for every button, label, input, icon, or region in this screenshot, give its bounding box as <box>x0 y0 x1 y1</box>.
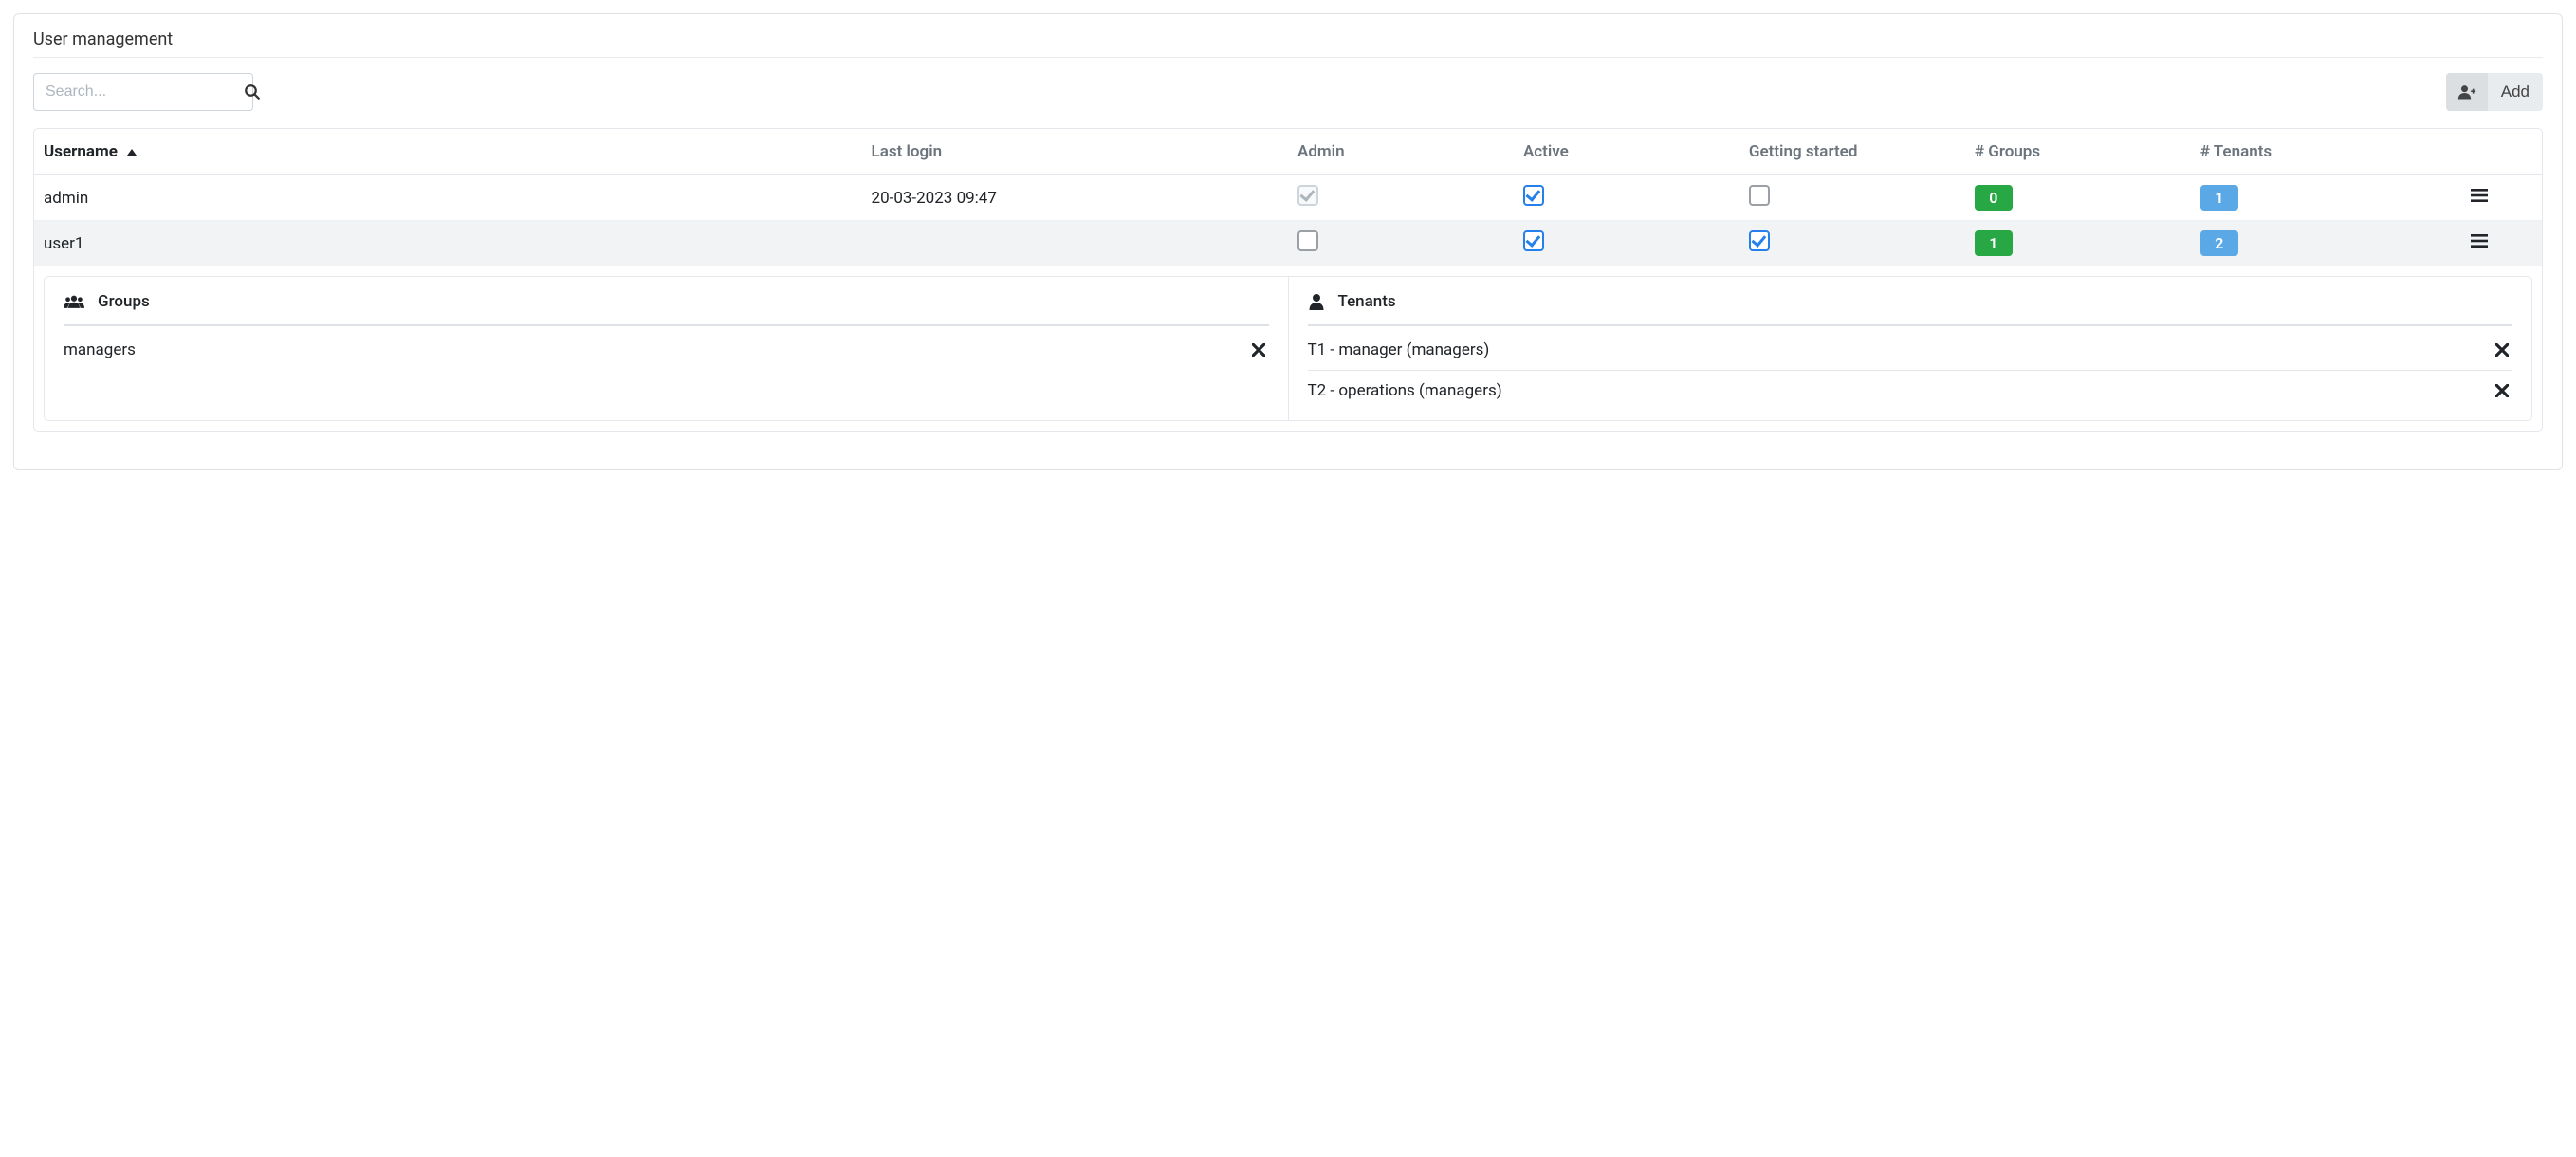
cell-actions <box>2417 221 2542 266</box>
getting-started-checkbox[interactable] <box>1749 230 1770 251</box>
cell-admin <box>1288 221 1514 266</box>
admin-checkbox <box>1297 185 1318 206</box>
search-box <box>33 73 253 111</box>
detail-row: Groups managers <box>34 266 2542 432</box>
add-user-button[interactable]: Add <box>2446 73 2543 111</box>
cell-username: admin <box>34 175 862 221</box>
tenants-panel: Tenants T1 - manager (managers) <box>1289 277 2532 420</box>
groups-panel-header: Groups <box>64 292 1269 326</box>
page-title: User management <box>33 29 2543 58</box>
tenant-name: T1 - manager (managers) <box>1308 340 1490 359</box>
tenants-panel-header: Tenants <box>1308 292 2513 326</box>
close-icon <box>1252 343 1265 357</box>
add-user-icon <box>2446 73 2488 111</box>
remove-tenant-button[interactable] <box>2492 380 2512 401</box>
tenants-badge: 2 <box>2200 230 2238 256</box>
active-checkbox[interactable] <box>1523 230 1544 251</box>
remove-group-button[interactable] <box>1248 340 1269 360</box>
col-tenants[interactable]: # Tenants <box>2191 129 2417 175</box>
groups-badge: 0 <box>1975 185 2013 211</box>
cell-groups: 1 <box>1965 221 2191 266</box>
col-active[interactable]: Active <box>1514 129 1739 175</box>
col-groups[interactable]: # Groups <box>1965 129 2191 175</box>
active-checkbox[interactable] <box>1523 185 1544 206</box>
list-item: T1 - manager (managers) <box>1308 330 2513 370</box>
search-button[interactable] <box>244 83 261 101</box>
close-icon <box>2495 343 2509 357</box>
tenants-badge: 1 <box>2200 185 2238 211</box>
cell-getting-started <box>1739 175 1965 221</box>
groups-panel-title: Groups <box>98 292 150 311</box>
groups-list: managers <box>64 330 1269 370</box>
getting-started-checkbox[interactable] <box>1749 185 1770 206</box>
list-item: managers <box>64 330 1269 370</box>
cell-active <box>1514 221 1739 266</box>
search-icon <box>244 83 261 101</box>
cell-getting-started <box>1739 221 1965 266</box>
detail-panels: Groups managers <box>44 276 2532 421</box>
col-actions <box>2417 129 2542 175</box>
cell-admin <box>1288 175 1514 221</box>
groups-panel: Groups managers <box>45 277 1289 420</box>
sort-asc-icon <box>127 149 137 156</box>
col-getting-started[interactable]: Getting started <box>1739 129 1965 175</box>
cell-tenants: 2 <box>2191 221 2417 266</box>
list-item: T2 - operations (managers) <box>1308 370 2513 411</box>
tenants-panel-title: Tenants <box>1338 292 1396 311</box>
search-input[interactable] <box>44 83 244 101</box>
groups-icon <box>64 294 84 309</box>
users-table: Username Last login Admin Active Getting… <box>34 129 2542 431</box>
cell-active <box>1514 175 1739 221</box>
admin-checkbox[interactable] <box>1297 230 1318 251</box>
tenant-name: T2 - operations (managers) <box>1308 381 1502 400</box>
user-management-card: User management Add Use <box>13 13 2563 470</box>
cell-username: user1 <box>34 221 862 266</box>
hamburger-icon <box>2471 233 2488 248</box>
table-header-row: Username Last login Admin Active Getting… <box>34 129 2542 175</box>
remove-tenant-button[interactable] <box>2492 340 2512 360</box>
col-username-label: Username <box>44 142 118 161</box>
tenants-list: T1 - manager (managers) T2 - <box>1308 330 2513 411</box>
cell-tenants: 1 <box>2191 175 2417 221</box>
users-card: Username Last login Admin Active Getting… <box>33 128 2543 432</box>
user-icon <box>1308 293 1325 310</box>
cell-actions <box>2417 175 2542 221</box>
row-menu-button[interactable] <box>2471 233 2488 248</box>
cell-last-login <box>862 221 1288 266</box>
row-menu-button[interactable] <box>2471 188 2488 203</box>
col-last-login[interactable]: Last login <box>862 129 1288 175</box>
close-icon <box>2495 384 2509 397</box>
col-username[interactable]: Username <box>34 129 862 175</box>
table-row: user1 1 2 <box>34 221 2542 266</box>
table-row: admin 20-03-2023 09:47 0 1 <box>34 175 2542 221</box>
add-user-label: Add <box>2488 83 2543 101</box>
cell-last-login: 20-03-2023 09:47 <box>862 175 1288 221</box>
groups-badge: 1 <box>1975 230 2013 256</box>
toolbar: Add <box>33 73 2543 111</box>
col-admin[interactable]: Admin <box>1288 129 1514 175</box>
group-name: managers <box>64 340 136 359</box>
cell-groups: 0 <box>1965 175 2191 221</box>
hamburger-icon <box>2471 188 2488 203</box>
